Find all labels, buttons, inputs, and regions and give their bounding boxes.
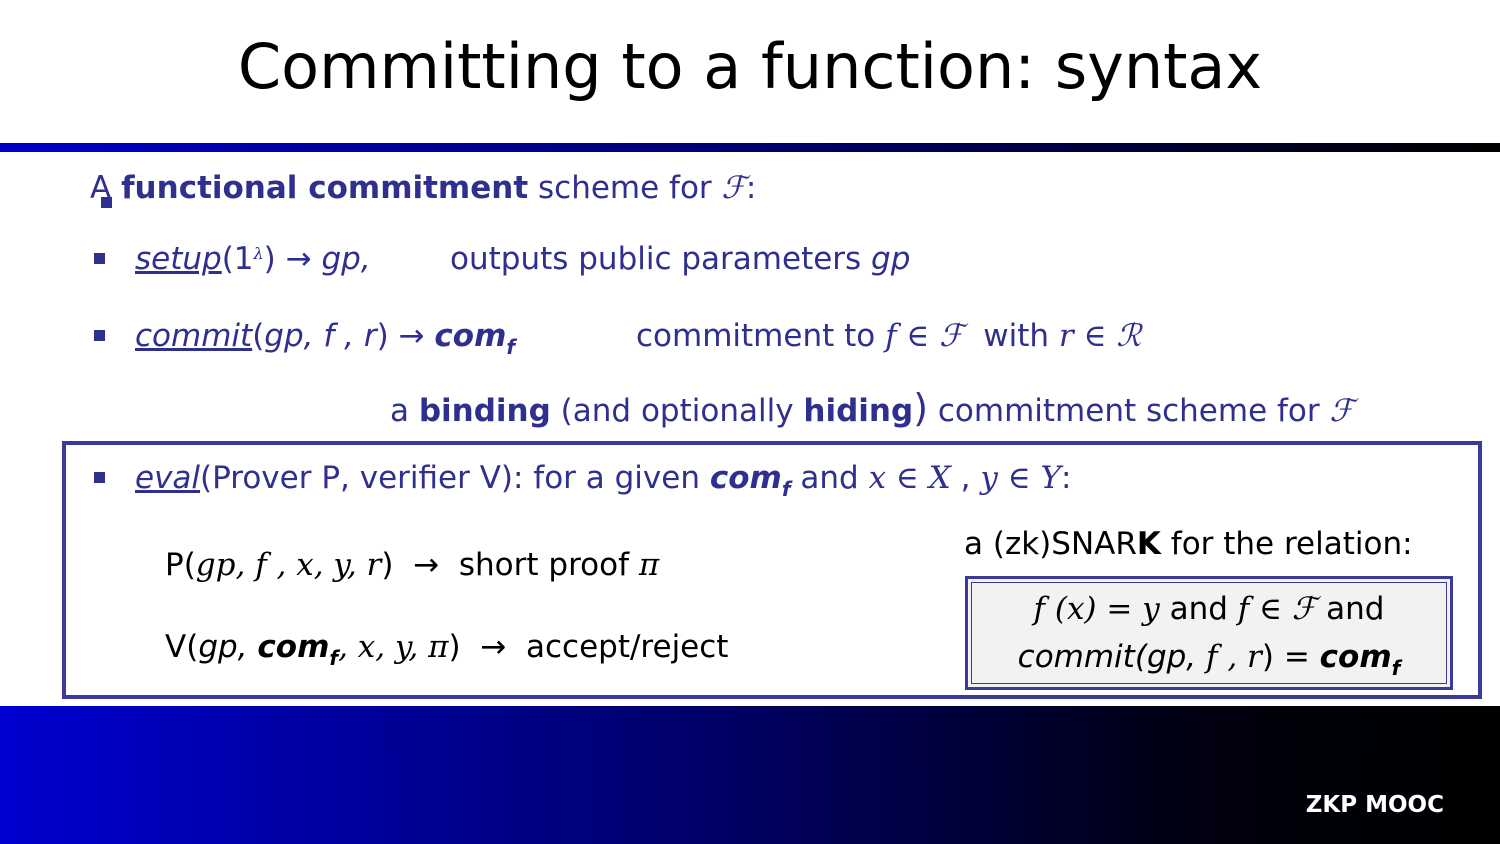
intro-middle: scheme for bbox=[528, 170, 722, 206]
snark-label-a: a (zk)SNAR bbox=[964, 526, 1137, 562]
relation-fr: f , r bbox=[1206, 639, 1262, 675]
prover-line: P(gp, f , x, y, r) → short proof π bbox=[165, 547, 659, 583]
binding-g: ℱ bbox=[1329, 393, 1354, 429]
eval-and: and bbox=[790, 460, 869, 496]
setup-desc-var: gp bbox=[871, 241, 911, 277]
verifier-com: com bbox=[257, 629, 330, 665]
intro-family: ℱ bbox=[721, 170, 746, 206]
relation-box: f (x) = y and f ∈ ℱ and commit(gp, f , r… bbox=[965, 576, 1453, 690]
setup-sup: λ bbox=[253, 244, 264, 263]
relation-line-1: f (x) = y and f ∈ ℱ and bbox=[968, 591, 1450, 627]
setup-arrow: → bbox=[275, 241, 322, 277]
relation-fx: f (x) = y bbox=[1033, 591, 1160, 627]
setup-desc-text: outputs public parameters bbox=[450, 241, 872, 277]
relation-f-in-F: f ∈ ℱ bbox=[1237, 591, 1317, 627]
eval-x: x ∈ X bbox=[868, 460, 951, 496]
binding-c: (and optionally bbox=[550, 393, 804, 429]
verifier-com-sub: f bbox=[329, 646, 339, 670]
snark-label-b: K bbox=[1136, 526, 1161, 562]
binding-a: a bbox=[390, 393, 419, 429]
commit-args-open: ( bbox=[252, 318, 265, 354]
setup-line: setup(1λ) → gp, bbox=[135, 241, 371, 277]
setup-name: setup bbox=[135, 241, 222, 277]
commit-arrow: → bbox=[388, 318, 435, 354]
verifier-line: V(gp, comf, x, y, π) → accept/reject bbox=[165, 629, 728, 670]
verifier-args: , x, y, π bbox=[338, 629, 449, 665]
cursor-square-icon bbox=[101, 197, 112, 208]
commit-name: commit bbox=[135, 318, 253, 354]
commit-desc-c: with bbox=[983, 318, 1059, 354]
snark-label-c: for the relation: bbox=[1160, 526, 1413, 562]
eval-rest: (Prover P, verifier V): for a given bbox=[200, 460, 710, 496]
bullet-commit-icon bbox=[94, 330, 105, 341]
prover-desc: short proof bbox=[458, 547, 639, 583]
eval-name: eval bbox=[135, 460, 201, 496]
prover-args: gp, f , x, y, r bbox=[195, 547, 382, 583]
eval-colon: : bbox=[1060, 460, 1072, 496]
binding-f: commitment scheme for bbox=[928, 393, 1330, 429]
bullet-eval-icon bbox=[94, 472, 105, 483]
eval-line: eval(Prover P, verifier V): for a given … bbox=[135, 460, 1071, 501]
verifier-desc: accept/reject bbox=[526, 629, 729, 665]
snark-label: a (zk)SNARK for the relation: bbox=[964, 526, 1413, 562]
commit-desc: commitment to f ∈ ℱ with r ∈ ℛ bbox=[636, 318, 1141, 354]
relation-com: com bbox=[1319, 639, 1392, 675]
intro-suffix: : bbox=[745, 170, 757, 206]
eval-com: com bbox=[709, 460, 782, 496]
commit-desc-b: f ∈ ℱ bbox=[885, 318, 964, 354]
eval-comma: , bbox=[950, 460, 981, 496]
intro-line: A functional commitment scheme for ℱ: bbox=[90, 170, 756, 206]
binding-d: hiding bbox=[803, 393, 914, 429]
intro-bold: functional commitment bbox=[121, 170, 529, 206]
relation-gp: (gp, bbox=[1134, 639, 1207, 675]
prover-close: ) bbox=[381, 547, 394, 583]
eval-com-sub: f bbox=[781, 477, 791, 501]
commit-desc-d: r ∈ ℛ bbox=[1058, 318, 1142, 354]
commit-line: commit(gp, f , r) → comf bbox=[135, 318, 515, 359]
relation-and-2: and bbox=[1316, 591, 1385, 627]
verifier-close: ) bbox=[448, 629, 461, 665]
binding-line: a binding (and optionally hiding) commit… bbox=[390, 386, 1354, 430]
relation-eq: ) = bbox=[1261, 639, 1320, 675]
relation-and-1: and bbox=[1159, 591, 1238, 627]
commit-args: gp, f , r bbox=[264, 318, 377, 354]
relation-commit: commit bbox=[1017, 639, 1135, 675]
verifier-arrow: → bbox=[480, 629, 507, 665]
verifier-gp: gp, bbox=[198, 629, 258, 665]
commit-args-close: ) bbox=[376, 318, 389, 354]
eval-y: y ∈ Y bbox=[980, 460, 1061, 496]
slide-title: Committing to a function: syntax bbox=[237, 30, 1263, 103]
setup-args: (1 bbox=[221, 241, 254, 277]
relation-com-sub: f bbox=[1391, 656, 1401, 680]
footer-bar: ZKP MOOC bbox=[0, 706, 1500, 844]
binding-b: binding bbox=[418, 393, 551, 429]
setup-output: gp, bbox=[321, 241, 371, 277]
setup-desc: outputs public parameters gp bbox=[450, 241, 910, 277]
commit-desc-a: commitment to bbox=[636, 318, 886, 354]
prover-pi: π bbox=[638, 547, 660, 583]
title-divider bbox=[0, 143, 1500, 152]
prover-arrow: → bbox=[413, 547, 440, 583]
bullet-setup-icon bbox=[94, 253, 105, 264]
commit-out: com bbox=[434, 318, 507, 354]
commit-out-sub: f bbox=[506, 335, 516, 359]
binding-e: ) bbox=[913, 386, 929, 430]
prover-prefix: P( bbox=[165, 547, 196, 583]
footer-brand: ZKP MOOC bbox=[1305, 792, 1444, 818]
relation-line-2: commit(gp, f , r) = comf bbox=[968, 639, 1450, 680]
setup-close: ) bbox=[263, 241, 276, 277]
verifier-prefix: V( bbox=[165, 629, 199, 665]
